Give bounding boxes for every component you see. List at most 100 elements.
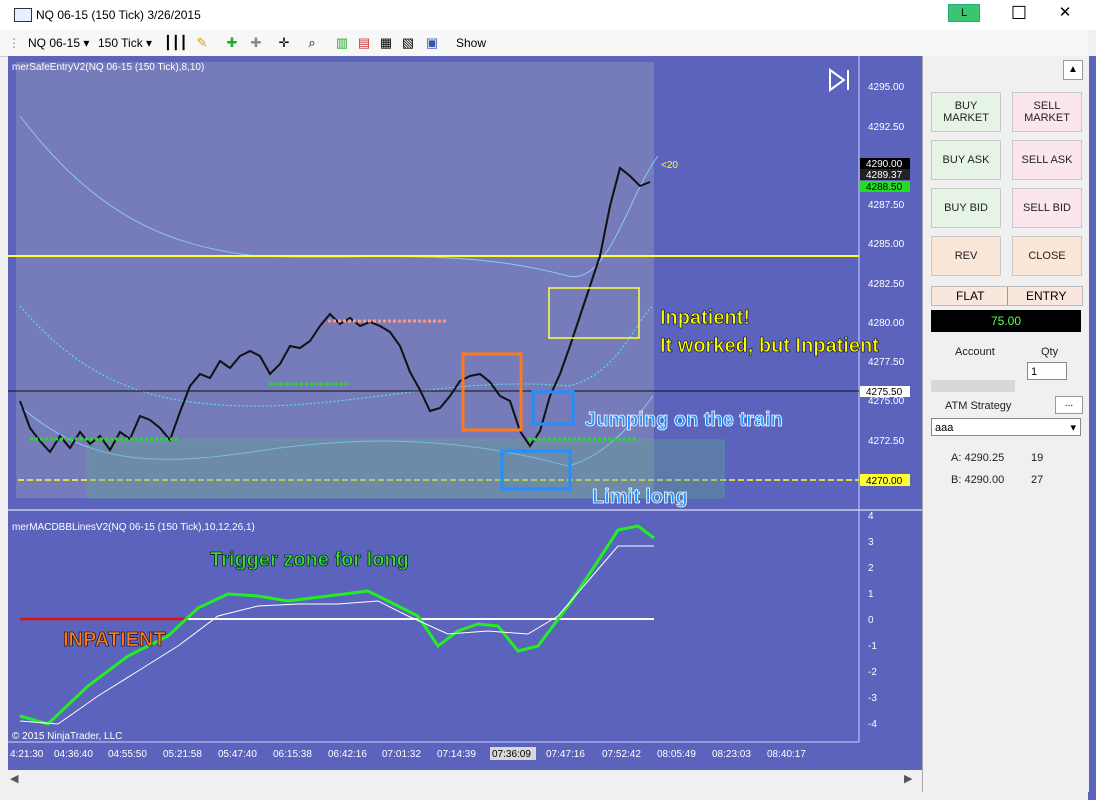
horizontal-scrollbar[interactable]: ◀ ▶ — [8, 770, 918, 788]
price-tick: 4287.50 — [868, 200, 905, 211]
zoom-out-icon[interactable]: ✚ — [248, 35, 264, 51]
close-position-button[interactable]: CLOSE — [1012, 236, 1082, 276]
scroll-left-icon[interactable]: ◀ — [10, 772, 18, 785]
properties-icon[interactable]: ▣ — [424, 35, 440, 51]
time-tick-current: 07:36:09 — [492, 749, 531, 760]
crosshair-icon[interactable]: ✛ — [276, 35, 292, 51]
zoom-in-icon[interactable]: ✚ — [224, 35, 240, 51]
macd-tick: 4 — [868, 511, 874, 522]
svg-text:4288.50: 4288.50 — [866, 182, 903, 193]
time-tick: 06:15:38 — [273, 749, 312, 760]
macd-tick: 3 — [868, 537, 874, 548]
period-selector[interactable]: 150 Tick ▾ — [98, 34, 152, 52]
time-tick: 07:47:16 — [546, 749, 585, 760]
buy-bid-button[interactable]: BUY BID — [931, 188, 1001, 228]
price-tick: 4285.00 — [868, 239, 905, 250]
price-tick: 4277.50 — [868, 357, 905, 368]
buy-ask-button[interactable]: BUY ASK — [931, 140, 1001, 180]
macd-tick: -1 — [868, 641, 877, 652]
sell-bid-button[interactable]: SELL BID — [1012, 188, 1082, 228]
macd-indicator-label: merMACDBBLinesV2(NQ 06-15 (150 Tick),10,… — [12, 522, 255, 533]
price-tick: 4282.50 — [868, 279, 905, 290]
time-tick: 07:01:32 — [382, 749, 421, 760]
time-tick: 05:21:58 — [163, 749, 202, 760]
macd-tick: -2 — [868, 667, 877, 678]
entry-label: ENTRY — [1026, 289, 1067, 303]
reverse-button[interactable]: REV — [931, 236, 1001, 276]
quantity-stepper[interactable]: 1 — [1027, 362, 1067, 380]
maximize-button[interactable]: ☐ — [996, 0, 1042, 30]
macd-tick: -4 — [868, 719, 877, 730]
atm-strategy-label: ATM Strategy — [945, 400, 1012, 412]
window-title: NQ 06-15 (150 Tick) 3/26/2015 — [36, 8, 201, 22]
inpatient-sub-text: It worked, but Inpatient — [660, 335, 879, 357]
time-tick: 05:47:40 — [218, 749, 257, 760]
indicators-icon[interactable]: ▦ — [378, 35, 394, 51]
account-selector[interactable] — [931, 380, 1015, 392]
link-badge[interactable]: L — [948, 4, 980, 22]
close-button[interactable]: ✕ — [1042, 0, 1088, 30]
atm-more-button[interactable]: ... — [1055, 396, 1083, 414]
inpatient-title-text: Inpatient! — [660, 307, 750, 329]
price-tick: 4295.00 — [868, 82, 905, 93]
ask-fill-qty: 19 — [1031, 452, 1044, 464]
pencil-icon[interactable]: ✎ — [194, 35, 210, 51]
chart-area[interactable]: 4295.00 4292.50 4287.50 4285.00 4282.50 … — [8, 56, 922, 770]
time-tick: 06:42:16 — [328, 749, 367, 760]
bid-fill-price: B: 4290.00 — [951, 474, 1005, 486]
right-edge-strip — [1088, 56, 1096, 800]
ask-fill-price: A: 4290.25 — [951, 452, 1005, 464]
price-indicator-label: merSafeEntryV2(NQ 06-15 (150 Tick),8,10) — [12, 62, 204, 73]
qty-label: Qty — [1041, 346, 1059, 358]
time-tick: 04:55:50 — [108, 749, 147, 760]
magnifier-icon[interactable]: ⌕ — [304, 35, 320, 51]
time-tick: 04:36:40 — [54, 749, 93, 760]
price-tick: 4272.50 — [868, 436, 905, 447]
data-box-icon[interactable]: ▤ — [356, 35, 372, 51]
price-tick: 4280.00 — [868, 318, 905, 329]
svg-text:4275.50: 4275.50 — [866, 387, 903, 398]
svg-text:4289.37: 4289.37 — [866, 170, 903, 181]
chart-window: NQ 06-15 (150 Tick) 3/26/2015 L — — [0, 0, 1096, 800]
instrument-selector[interactable]: NQ 06-15 ▾ — [28, 34, 89, 52]
macd-tick: 2 — [868, 563, 874, 574]
limit-long-text: Limit long — [592, 486, 688, 508]
time-tick: 08:23:03 — [712, 749, 751, 760]
flat-label: FLAT — [956, 289, 985, 303]
time-tick: 4:21:30 — [10, 749, 44, 760]
time-tick: 08:40:17 — [767, 749, 806, 760]
time-tick: 07:14:39 — [437, 749, 476, 760]
chart-trader-panel: ▲ BUY MARKET SELL MARKET BUY ASK SELL AS… — [922, 56, 1089, 792]
sell-ask-button[interactable]: SELL ASK — [1012, 140, 1082, 180]
strategies-icon[interactable]: ▧ — [400, 35, 416, 51]
sell-market-button[interactable]: SELL MARKET — [1012, 92, 1082, 132]
macd-tick: -3 — [868, 693, 877, 704]
buy-market-button[interactable]: BUY MARKET — [931, 92, 1001, 132]
toolbar-grip: ⋮ — [8, 36, 20, 50]
scroll-right-icon[interactable]: ▶ — [904, 772, 912, 785]
position-header: FLAT ENTRY — [931, 286, 1083, 306]
chart-trader-icon[interactable]: ▥ — [334, 35, 350, 51]
time-tick: 07:52:42 — [602, 749, 641, 760]
inpatient-caps-text: INPATIENT — [63, 629, 166, 651]
trigger-zone-text: Trigger zone for long — [210, 549, 409, 571]
chart-toolbar: ⋮ NQ 06-15 ▾ 150 Tick ▾ ┃┃┃ ✎ ✚ ✚ ✛ ⌕ ▥ … — [0, 30, 1088, 57]
pnl-display: 75.00 — [931, 310, 1081, 332]
title-bar: NQ 06-15 (150 Tick) 3/26/2015 L — — [0, 0, 1096, 30]
show-menu[interactable]: Show — [456, 34, 486, 52]
tick-countdown: <20 — [661, 160, 678, 171]
time-tick: 08:05:49 — [657, 749, 696, 760]
account-label: Account — [955, 346, 995, 358]
atm-strategy-select[interactable]: aaa ▾ — [931, 418, 1081, 436]
macd-tick: 1 — [868, 589, 874, 600]
jumping-text: Jumping on the train — [585, 409, 783, 431]
macd-tick: 0 — [868, 615, 874, 626]
price-tick: 4292.50 — [868, 122, 905, 133]
copyright-label: © 2015 NinjaTrader, LLC — [12, 731, 122, 742]
skip-forward-icon[interactable] — [829, 68, 849, 92]
svg-text:4270.00: 4270.00 — [866, 476, 903, 487]
collapse-up-icon[interactable]: ▲ — [1063, 60, 1083, 80]
svg-text:4290.00: 4290.00 — [866, 159, 903, 170]
chevron-down-icon: ▾ — [1070, 422, 1076, 434]
bars-icon[interactable]: ┃┃┃ — [164, 35, 187, 51]
